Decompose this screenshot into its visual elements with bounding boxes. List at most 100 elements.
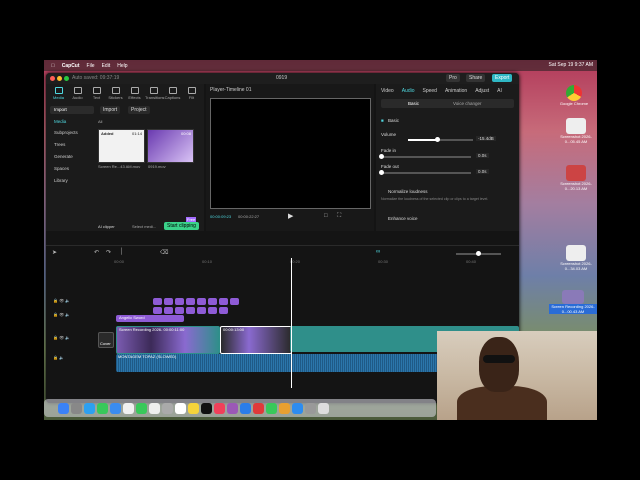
desktop-icon-screen-recording[interactable]: Screen Recording 2026-0...00.43 AM: [549, 290, 597, 314]
fadein-slider[interactable]: [379, 154, 471, 159]
tab-effects[interactable]: Effects: [126, 86, 143, 100]
app-store-icon[interactable]: [292, 402, 303, 414]
filter-all[interactable]: All: [98, 119, 102, 124]
player-canvas[interactable]: [210, 98, 371, 209]
tab-filters[interactable]: Filt: [183, 86, 200, 100]
tab-animation[interactable]: Animation: [445, 88, 467, 94]
contacts-icon[interactable]: [162, 402, 173, 414]
sticker-clip[interactable]: [208, 298, 217, 305]
tab-media[interactable]: Media: [50, 86, 67, 100]
volume-value[interactable]: -15.4dB: [476, 136, 496, 141]
media-thumbnail-1[interactable]: Added 01:14: [98, 129, 145, 163]
split-icon[interactable]: │: [120, 249, 124, 255]
play-icon[interactable]: ▶: [288, 212, 293, 220]
fadein-value[interactable]: 0.0s: [476, 153, 489, 158]
sticker-clip[interactable]: [219, 298, 228, 305]
project-title[interactable]: 0919: [276, 75, 287, 81]
capcut-dock-icon[interactable]: [253, 402, 264, 414]
track-controls-2[interactable]: 🔒 👁 🔈: [53, 312, 70, 317]
tab-audio-props[interactable]: Audio: [402, 88, 415, 94]
redo-icon[interactable]: ↷: [106, 249, 111, 256]
track-controls-4[interactable]: 🔒 🔈: [53, 355, 64, 360]
minimize-icon[interactable]: [57, 76, 62, 81]
safari-icon[interactable]: [84, 402, 95, 414]
desktop-icon-screenshot-1[interactable]: Screenshot 2026-0...05.45 AM: [554, 118, 597, 144]
menu-app-name[interactable]: CapCut: [62, 63, 80, 69]
playhead[interactable]: [291, 258, 292, 388]
tab-speed[interactable]: Speed: [423, 88, 437, 94]
sticker-clip[interactable]: [197, 298, 206, 305]
sidebar-item-library[interactable]: Library: [50, 177, 94, 185]
normalize-label[interactable]: Normalize loudness: [388, 189, 428, 194]
tab-video[interactable]: Video: [381, 88, 394, 94]
volume-knob[interactable]: [435, 137, 441, 142]
track-controls-3[interactable]: 🔒 👁 🔈: [53, 335, 70, 340]
sidebar-item-generate[interactable]: Generate: [50, 153, 94, 161]
segment-voice-changer[interactable]: Voice changer: [453, 101, 482, 106]
sticker-clip[interactable]: [230, 298, 239, 305]
desktop-icon-screenshot-3[interactable]: Screenshot 2026-0...34.03 AM: [554, 245, 597, 271]
video-clip-2[interactable]: 00:00:13:00: [220, 326, 292, 354]
select-tool-icon[interactable]: ➤: [52, 249, 57, 256]
basic-checkbox-icon[interactable]: ■: [381, 118, 384, 123]
project-dropdown[interactable]: Project: [128, 106, 150, 114]
cover-button[interactable]: Cover: [98, 332, 114, 348]
sticker-clip[interactable]: [197, 307, 206, 314]
sidebar-item-import[interactable]: Import: [50, 106, 94, 114]
ratio-icon[interactable]: □: [324, 213, 328, 219]
import-button[interactable]: Import: [100, 106, 121, 114]
tab-audio[interactable]: Audio: [69, 86, 86, 100]
pro-button[interactable]: Pro: [446, 74, 460, 82]
text-clip[interactable]: Angelic Sword: [116, 315, 184, 322]
media-thumbnail-2[interactable]: 00:08: [147, 129, 194, 163]
menu-clock[interactable]: Sat Sep 19 9:37 AM: [549, 62, 593, 68]
tab-text[interactable]: Text: [88, 86, 105, 100]
tab-captions[interactable]: Captions: [164, 86, 181, 100]
fadeout-value[interactable]: 0.0s: [476, 169, 489, 174]
apple-icon[interactable]: : [51, 63, 55, 69]
tab-transitions[interactable]: Transitions: [145, 86, 164, 100]
sidebar-item-spaces[interactable]: Spaces: [50, 165, 94, 173]
pages-icon[interactable]: [279, 402, 290, 414]
podcasts-icon[interactable]: [227, 402, 238, 414]
desktop-icon-chrome[interactable]: Google Chrome: [554, 85, 594, 106]
keynote-icon[interactable]: [240, 402, 251, 414]
start-clipping-button[interactable]: Start clipping: [164, 222, 199, 230]
magnet-icon[interactable]: ∞: [376, 249, 380, 255]
mail-icon[interactable]: [110, 402, 121, 414]
export-button[interactable]: Export: [492, 74, 513, 82]
sticker-clip[interactable]: [219, 307, 228, 314]
sticker-clip[interactable]: [153, 298, 162, 305]
tab-ai[interactable]: AI: [497, 88, 502, 94]
tab-stickers[interactable]: Stickers: [107, 86, 124, 100]
reminders-icon[interactable]: [175, 402, 186, 414]
select-media[interactable]: Select medi...: [132, 224, 156, 229]
zoom-icon[interactable]: [64, 76, 69, 81]
chrome-dock-icon[interactable]: [318, 402, 329, 414]
photos-icon[interactable]: [123, 402, 134, 414]
fadeout-slider[interactable]: [379, 170, 471, 175]
zoom-slider[interactable]: [456, 251, 501, 256]
notes-icon[interactable]: [188, 402, 199, 414]
tab-adjust[interactable]: Adjust: [475, 88, 489, 94]
video-clip-1[interactable]: Screen Recording 2026- 00:00:11:00: [116, 326, 220, 354]
sticker-clip[interactable]: [186, 307, 195, 314]
sticker-clip[interactable]: [175, 298, 184, 305]
tv-icon[interactable]: [201, 402, 212, 414]
sidebar-item-subprojects[interactable]: Subprojects: [50, 129, 94, 137]
fadein-knob[interactable]: [379, 154, 384, 159]
fadeout-knob[interactable]: [379, 170, 384, 175]
sticker-clip[interactable]: [186, 298, 195, 305]
sticker-clip[interactable]: [153, 307, 162, 314]
music-icon[interactable]: [214, 402, 225, 414]
facetime-icon[interactable]: [136, 402, 147, 414]
finder-icon[interactable]: [58, 402, 69, 414]
sticker-clip[interactable]: [208, 307, 217, 314]
menu-help[interactable]: Help: [117, 63, 127, 69]
launchpad-icon[interactable]: [71, 402, 82, 414]
sticker-clip[interactable]: [175, 307, 184, 314]
sidebar-item-trees[interactable]: Trees: [50, 141, 94, 149]
sticker-clip[interactable]: [164, 307, 173, 314]
settings-icon[interactable]: [305, 402, 316, 414]
delete-icon[interactable]: ⌫: [160, 249, 168, 256]
